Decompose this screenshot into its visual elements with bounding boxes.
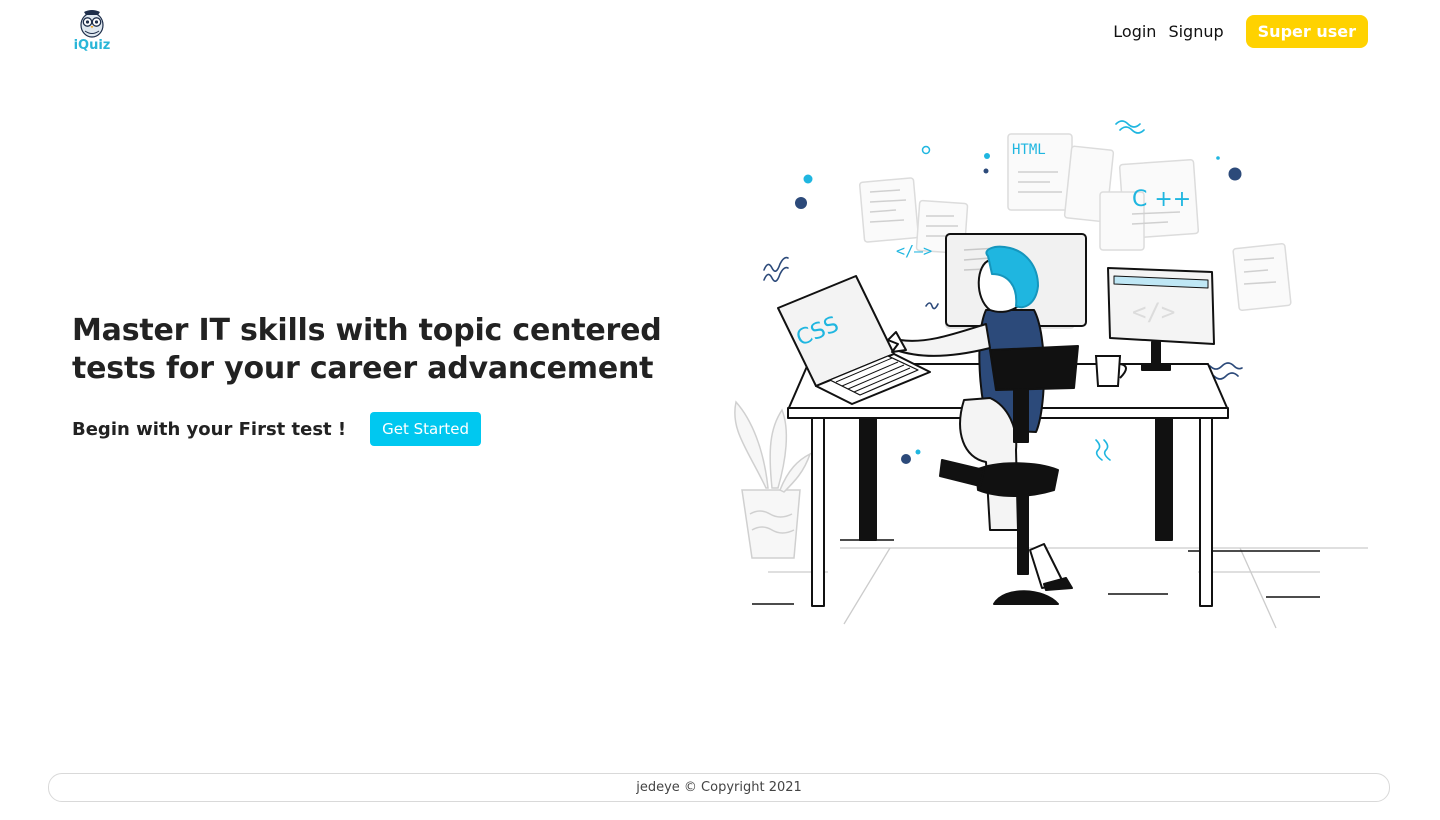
hero-subtitle: Begin with your First test !	[72, 418, 347, 440]
hero-title-line-2: tests for your career advancement	[72, 351, 654, 386]
footer: jedeye © Copyright 2021	[48, 773, 1390, 802]
super-user-button[interactable]: Super user	[1245, 15, 1368, 48]
hero-title: Master IT skills with topic centered tes…	[72, 312, 672, 388]
cpp-label: C ++	[1132, 187, 1191, 212]
get-started-button[interactable]: Get Started	[370, 412, 482, 446]
side-monitor: </>	[1107, 267, 1215, 371]
developer-at-desk-illustration: HTML C ++ </–> CSS </>	[734, 120, 1368, 629]
copyright-text: jedeye © Copyright 2021	[636, 780, 802, 795]
tag-label: </–>	[896, 242, 932, 260]
login-link[interactable]: Login	[1113, 15, 1156, 48]
code-label: </>	[1132, 298, 1175, 326]
owl-logo-icon	[80, 10, 104, 38]
logo-text: iQuiz	[73, 38, 111, 53]
hero-title-line-1: Master IT skills with topic centered	[72, 313, 662, 348]
logo[interactable]: iQuiz	[72, 8, 112, 58]
plant-decoration	[734, 400, 812, 559]
hero-cta-row: Begin with your First test ! Get Started	[72, 412, 482, 446]
html-label: HTML	[1012, 142, 1046, 158]
signup-link[interactable]: Signup	[1168, 15, 1223, 48]
top-nav: Login Signup Super user	[1101, 15, 1368, 48]
